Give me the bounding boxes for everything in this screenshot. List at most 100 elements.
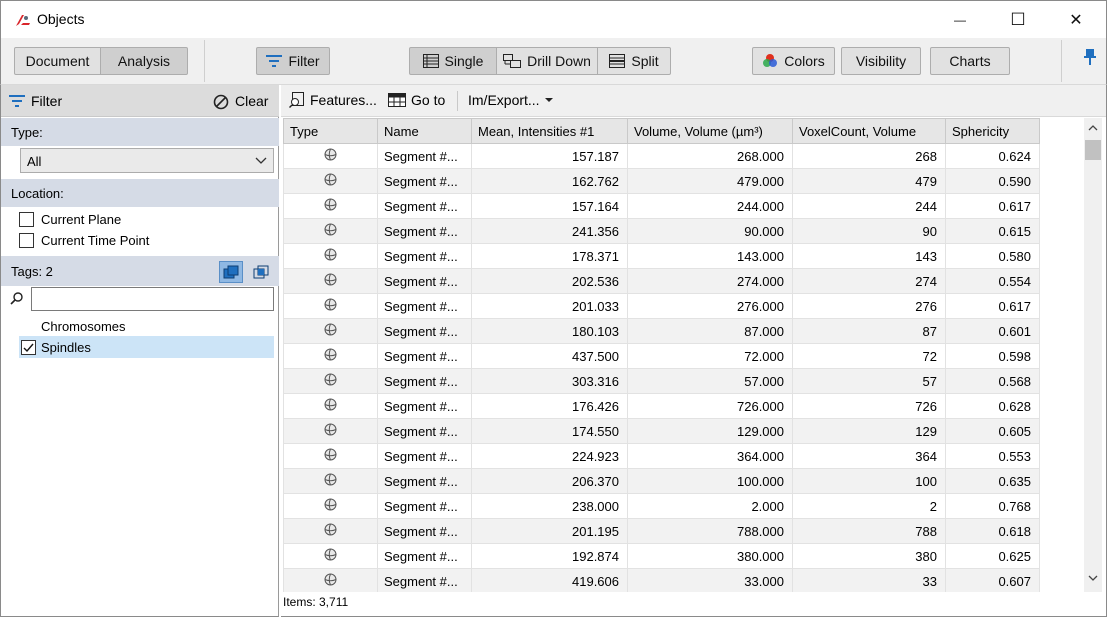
clear-icon[interactable] — [213, 94, 229, 110]
split-view-button[interactable]: Split — [597, 47, 671, 75]
analysis-tab[interactable]: Analysis — [100, 47, 188, 75]
table-row[interactable]: Segment #... 178.371 143.000 143 0.580 — [283, 243, 1040, 269]
minimize-button[interactable]: — — [937, 1, 983, 39]
table-row[interactable]: Segment #... 201.195 788.000 788 0.618 — [283, 518, 1040, 544]
cell-sphericity: 0.615 — [945, 218, 1040, 244]
surface-object-icon — [324, 173, 337, 186]
table-row[interactable]: Segment #... 419.606 33.000 33 0.607 — [283, 568, 1040, 592]
charts-button[interactable]: Charts — [930, 47, 1010, 75]
cell-mean-intensity: 303.316 — [471, 368, 628, 394]
document-tab[interactable]: Document — [14, 47, 101, 75]
column-header-type[interactable]: Type — [283, 118, 378, 144]
cell-voxelcount: 90 — [792, 218, 946, 244]
toolbar-divider — [204, 40, 205, 82]
scroll-down-icon[interactable] — [1088, 574, 1098, 582]
cell-type — [283, 543, 378, 569]
type-dropdown[interactable]: All — [20, 148, 274, 173]
table-row[interactable]: Segment #... 157.187 268.000 268 0.624 — [283, 143, 1040, 169]
single-view-label: Single — [444, 53, 484, 69]
table-row[interactable]: Segment #... 174.550 129.000 129 0.605 — [283, 418, 1040, 444]
cell-sphericity: 0.607 — [945, 568, 1040, 592]
current-time-checkbox-box[interactable] — [19, 232, 34, 248]
surface-object-icon — [324, 573, 337, 586]
tag-item-spindles[interactable]: Spindles — [19, 336, 274, 358]
current-time-checkbox[interactable]: Current Time Point — [19, 230, 149, 250]
visibility-button[interactable]: Visibility — [841, 47, 921, 75]
cell-volume: 244.000 — [627, 193, 793, 219]
cell-voxelcount: 33 — [792, 568, 946, 592]
pin-icon[interactable] — [1083, 48, 1097, 66]
tag-search-input[interactable] — [31, 287, 274, 311]
table-row[interactable]: Segment #... 206.370 100.000 100 0.635 — [283, 468, 1040, 494]
column-header-sphericity[interactable]: Sphericity — [945, 118, 1040, 144]
tags-intersect-button[interactable] — [249, 261, 273, 283]
drilldown-icon — [503, 54, 522, 68]
current-plane-checkbox-box[interactable] — [19, 211, 34, 227]
cell-mean-intensity: 180.103 — [471, 318, 628, 344]
cell-type — [283, 218, 378, 244]
cell-name: Segment #... — [377, 218, 472, 244]
surface-object-icon — [324, 298, 337, 311]
colors-button[interactable]: Colors — [752, 47, 835, 75]
cell-sphericity: 0.635 — [945, 468, 1040, 494]
imexport-dropdown[interactable]: Im/Export... — [468, 92, 553, 108]
scroll-up-icon[interactable] — [1088, 124, 1098, 132]
table-row[interactable]: Segment #... 176.426 726.000 726 0.628 — [283, 393, 1040, 419]
cell-name: Segment #... — [377, 343, 472, 369]
tag-item-chromosomes[interactable]: Chromosomes — [19, 315, 274, 337]
scrollbar-thumb[interactable] — [1085, 140, 1101, 160]
table-row[interactable]: Segment #... 157.164 244.000 244 0.617 — [283, 193, 1040, 219]
cell-voxelcount: 143 — [792, 243, 946, 269]
table-row[interactable]: Segment #... 238.000 2.000 2 0.768 — [283, 493, 1040, 519]
column-header-mean-intensity[interactable]: Mean, Intensities #1 — [471, 118, 628, 144]
cell-mean-intensity: 174.550 — [471, 418, 628, 444]
close-button[interactable]: ✕ — [1053, 1, 1099, 39]
single-view-button[interactable]: Single — [409, 47, 497, 75]
cell-volume: 33.000 — [627, 568, 793, 592]
current-plane-checkbox[interactable]: Current Plane — [19, 209, 121, 229]
table-row[interactable]: Segment #... 192.874 380.000 380 0.625 — [283, 543, 1040, 569]
column-header-name[interactable]: Name — [377, 118, 472, 144]
table-row[interactable]: Segment #... 201.033 276.000 276 0.617 — [283, 293, 1040, 319]
cell-volume: 2.000 — [627, 493, 793, 519]
features-button[interactable]: Features... — [289, 92, 377, 108]
drilldown-view-button[interactable]: Drill Down — [496, 47, 598, 75]
column-header-volume[interactable]: Volume, Volume (µm³) — [627, 118, 793, 144]
cell-voxelcount: 87 — [792, 318, 946, 344]
table-row[interactable]: Segment #... 202.536 274.000 274 0.554 — [283, 268, 1040, 294]
tag-checkbox-checked[interactable] — [21, 339, 36, 355]
surface-object-icon — [324, 323, 337, 336]
cell-name: Segment #... — [377, 493, 472, 519]
table-row[interactable]: Segment #... 241.356 90.000 90 0.615 — [283, 218, 1040, 244]
maximize-button[interactable]: ☐ — [995, 1, 1041, 39]
cell-volume: 726.000 — [627, 393, 793, 419]
cell-sphericity: 0.617 — [945, 193, 1040, 219]
toolbar-divider-right — [1061, 40, 1062, 82]
tags-union-button[interactable] — [219, 261, 243, 283]
features-label: Features... — [310, 92, 377, 108]
window-title: Objects — [37, 11, 85, 27]
cell-name: Segment #... — [377, 418, 472, 444]
cell-mean-intensity: 437.500 — [471, 343, 628, 369]
table-row[interactable]: Segment #... 162.762 479.000 479 0.590 — [283, 168, 1040, 194]
cell-mean-intensity: 178.371 — [471, 243, 628, 269]
goto-button[interactable]: Go to — [388, 92, 445, 108]
current-time-label: Current Time Point — [41, 232, 150, 248]
objects-grid[interactable]: Type Name Mean, Intensities #1 Volume, V… — [283, 118, 1084, 592]
table-row[interactable]: Segment #... 303.316 57.000 57 0.568 — [283, 368, 1040, 394]
cell-name: Segment #... — [377, 293, 472, 319]
cell-volume: 72.000 — [627, 343, 793, 369]
cell-type — [283, 318, 378, 344]
table-row[interactable]: Segment #... 224.923 364.000 364 0.553 — [283, 443, 1040, 469]
table-row[interactable]: Segment #... 437.500 72.000 72 0.598 — [283, 343, 1040, 369]
cell-sphericity: 0.601 — [945, 318, 1040, 344]
cell-voxelcount: 276 — [792, 293, 946, 319]
vertical-scrollbar[interactable] — [1084, 118, 1102, 592]
column-header-voxelcount[interactable]: VoxelCount, Volume — [792, 118, 946, 144]
intersect-squares-icon — [253, 265, 269, 279]
analysis-tab-label: Analysis — [117, 53, 171, 69]
table-row[interactable]: Segment #... 180.103 87.000 87 0.601 — [283, 318, 1040, 344]
cell-mean-intensity: 176.426 — [471, 393, 628, 419]
clear-filter-button[interactable]: Clear — [235, 93, 268, 109]
filter-toggle-button[interactable]: Filter — [256, 47, 330, 75]
